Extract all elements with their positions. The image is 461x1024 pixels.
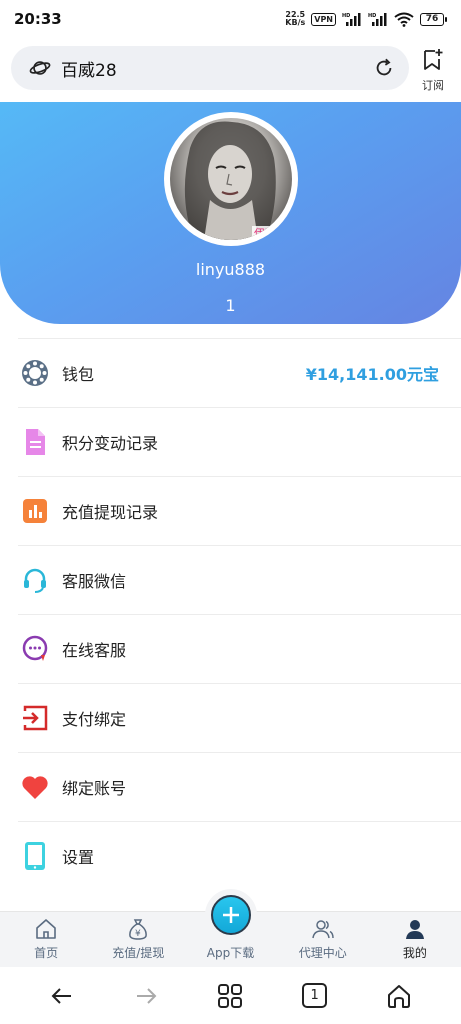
vpn-badge: VPN <box>311 12 336 26</box>
phone-icon <box>20 841 50 871</box>
tab-home[interactable]: 首页 <box>0 912 92 967</box>
menu-item-points-log[interactable]: 积分变动记录 <box>18 407 461 476</box>
back-button[interactable] <box>42 976 82 1016</box>
menu-item-online-support[interactable]: 在线客服 <box>18 614 461 683</box>
tab-label: 充值/提现 <box>112 946 165 960</box>
plus-icon <box>223 907 239 923</box>
headset-icon <box>20 565 50 595</box>
battery-level: 76 <box>420 12 444 26</box>
username: linyu888 <box>195 260 266 279</box>
subscribe-button[interactable]: 订阅 <box>413 48 453 93</box>
status-time: 20:33 <box>14 10 62 28</box>
signal-icon-2: HD <box>368 13 387 26</box>
battery-icon: 76 <box>420 12 447 26</box>
tab-agent-center[interactable]: 代理中心 <box>277 912 369 967</box>
menu-item-bind-account[interactable]: 绑定账号 <box>18 752 461 821</box>
menu-grid-button[interactable] <box>210 976 250 1016</box>
forward-button[interactable] <box>126 976 166 1016</box>
svg-text:伊西: 伊西 <box>254 227 276 240</box>
menu-item-recharge-log[interactable]: 充值提现记录 <box>18 476 461 545</box>
avatar[interactable]: 伊西 <box>164 112 298 246</box>
bar-chart-icon <box>20 496 50 526</box>
tab-count: 1 <box>310 988 319 1003</box>
address-text: 百威28 <box>61 60 117 81</box>
menu-item-label: 充值提现记录 <box>62 503 159 522</box>
bookmark-add-icon <box>424 49 443 70</box>
svg-text:¥: ¥ <box>135 929 141 939</box>
menu-item-label: 积分变动记录 <box>62 434 159 453</box>
menu-item-label: 绑定账号 <box>62 779 127 798</box>
grid-icon <box>218 983 243 1008</box>
network-speed: 22.5 KB/s <box>285 11 305 27</box>
house-icon <box>387 984 410 1008</box>
svg-text:HD: HD <box>368 13 376 19</box>
status-bar: 20:33 22.5 KB/s VPN HD HD 76 <box>0 0 461 38</box>
arrow-left-icon <box>51 987 72 1004</box>
fab-circle <box>211 895 251 935</box>
browser-toolbar: 百威28 订阅 <box>0 38 461 102</box>
network-speed-unit: KB/s <box>285 18 306 27</box>
menu-list: 钱包 ¥14,141.00元宝 积分变动记录 充值提现记录 客服微信 在线客服 … <box>18 338 461 890</box>
tab-recharge[interactable]: ¥ 充值/提现 <box>92 912 184 967</box>
svg-text:HD: HD <box>342 13 350 19</box>
tab-mine[interactable]: 我的 <box>369 912 461 967</box>
menu-item-wallet[interactable]: 钱包 ¥14,141.00元宝 <box>18 338 461 407</box>
signal-icon: HD <box>342 13 361 26</box>
tab-label: 首页 <box>34 946 59 960</box>
menu-item-settings[interactable]: 设置 <box>18 821 461 890</box>
subscribe-label: 订阅 <box>422 79 444 92</box>
login-arrow-icon <box>20 703 50 733</box>
tab-label: App下载 <box>206 946 255 960</box>
home-button[interactable] <box>379 976 419 1016</box>
menu-item-label: 钱包 <box>62 365 95 384</box>
wallet-balance: ¥14,141.00元宝 <box>305 365 439 384</box>
app-download-button[interactable] <box>205 889 257 941</box>
document-icon <box>20 427 50 457</box>
home-icon <box>36 919 56 939</box>
menu-item-payment-binding[interactable]: 支付绑定 <box>18 683 461 752</box>
user-level: 1 <box>225 296 236 315</box>
menu-item-label: 设置 <box>62 848 95 867</box>
status-icons: 22.5 KB/s VPN HD HD 76 <box>285 11 447 27</box>
menu-item-label: 客服微信 <box>62 572 127 591</box>
tabs-button[interactable]: 1 <box>295 976 335 1016</box>
chat-support-icon <box>20 634 50 664</box>
planet-icon <box>29 61 51 75</box>
tab-label: 代理中心 <box>298 946 347 960</box>
avatar-image: 伊西 <box>170 118 292 240</box>
heart-icon <box>20 772 50 802</box>
money-bag-icon: ¥ <box>129 919 148 940</box>
browser-nav-bar: 1 <box>0 967 461 1024</box>
arrow-right-icon <box>137 987 157 1004</box>
users-icon <box>311 920 334 939</box>
profile-header: 伊西 linyu888 1 <box>0 102 461 324</box>
tabs-count-icon: 1 <box>302 983 328 1008</box>
menu-item-label: 在线客服 <box>62 641 127 660</box>
tab-label: 我的 <box>402 946 427 960</box>
user-icon <box>405 920 424 939</box>
menu-item-label: 支付绑定 <box>62 710 127 729</box>
address-bar[interactable]: 百威28 <box>11 46 409 90</box>
wifi-icon <box>394 12 414 27</box>
menu-item-wechat-support[interactable]: 客服微信 <box>18 545 461 614</box>
wallet-icon <box>20 358 50 388</box>
reload-icon[interactable] <box>373 57 395 79</box>
